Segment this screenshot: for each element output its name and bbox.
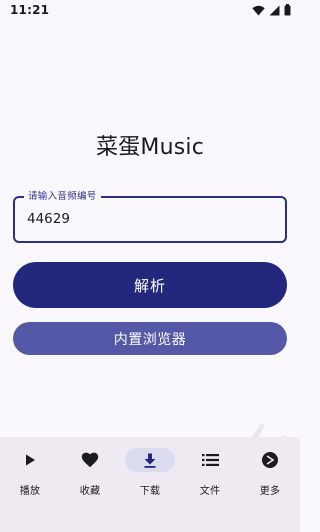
nav-label-favorites: 收藏 [79, 486, 101, 497]
app-title: 菜蛋Music [96, 135, 204, 160]
audio-number-label: 请输入音频编号 [24, 190, 101, 204]
browser-button-label: 内置浏览器 [113, 331, 187, 348]
list-icon [201, 454, 219, 466]
audio-number-input[interactable] [27, 209, 267, 229]
bottom-navigation: 播放 收藏 下载 文件 更多 [0, 437, 300, 532]
nav-pill-play [5, 448, 55, 472]
app-screen: 11:21 菜蛋Music 请输入音频编号 44629 解析 内置浏览器 播放 … [0, 0, 300, 532]
download-icon [143, 453, 157, 468]
status-time: 11:21 [10, 3, 50, 17]
nav-label-more: 更多 [259, 486, 281, 497]
nav-item-files[interactable]: 文件 [180, 437, 240, 532]
wifi-icon [252, 5, 265, 16]
nav-label-files: 文件 [199, 486, 221, 497]
browser-button[interactable]: 内置浏览器 [13, 322, 287, 355]
status-bar: 11:21 [0, 0, 300, 20]
nav-item-play[interactable]: 播放 [0, 437, 60, 532]
nav-pill-favorites [65, 448, 115, 472]
battery-icon [284, 4, 291, 16]
audio-number-field[interactable]: 请输入音频编号 [13, 190, 287, 243]
play-icon [23, 453, 37, 467]
nav-item-download[interactable]: 下载 [120, 437, 180, 532]
nav-pill-files [185, 448, 235, 472]
nav-label-download: 下载 [139, 486, 161, 497]
nav-label-play: 播放 [19, 486, 41, 497]
parse-button[interactable]: 解析 [13, 262, 287, 308]
more-icon [261, 451, 279, 469]
signal-icon [269, 5, 280, 16]
nav-pill-download [125, 448, 175, 472]
nav-pill-more [245, 448, 295, 472]
parse-button-label: 解析 [133, 276, 166, 295]
heart-icon [81, 452, 99, 468]
nav-item-more[interactable]: 更多 [240, 437, 300, 532]
nav-item-favorites[interactable]: 收藏 [60, 437, 120, 532]
status-icons [252, 4, 291, 16]
